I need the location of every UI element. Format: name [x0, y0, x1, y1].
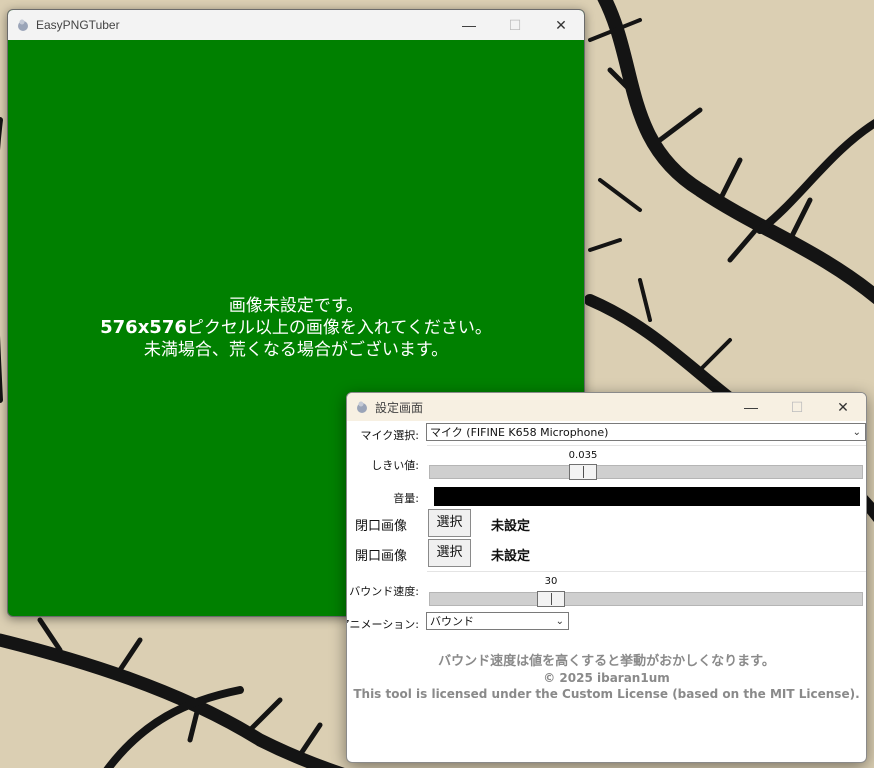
mic-select-value: マイク (FIFINE K658 Microphone)	[430, 426, 609, 439]
closed-mouth-status: 未設定	[491, 519, 531, 534]
chevron-down-icon: ⌄	[555, 616, 564, 627]
separator	[427, 571, 866, 572]
mic-select-label: マイク選択:	[360, 429, 420, 442]
bounce-speed-label: バウンド速度:	[349, 585, 419, 598]
maximize-icon[interactable]: ☐	[774, 393, 820, 421]
maximize-icon[interactable]: ☐	[492, 10, 538, 40]
no-image-message: 画像未設定です。 576x576ピクセル以上の画像を入れてください。 未満場合、…	[8, 295, 584, 361]
copyright: © 2025 ibaran1um	[543, 671, 670, 685]
settings-footer: バウンド速度は値を高くすると挙動がおかしくなります。 © 2025 ibaran…	[347, 654, 866, 702]
threshold-value: 0.035	[568, 450, 598, 461]
bounce-warning: バウンド速度は値を高くすると挙動がおかしくなります。	[438, 654, 775, 669]
message-line-3: 未満場合、荒くなる場合がございます。	[143, 340, 449, 360]
animation-label: アニメーション:	[346, 618, 419, 631]
minimize-icon[interactable]: —	[446, 10, 492, 40]
chevron-down-icon: ⌄	[852, 427, 861, 438]
app-icon	[357, 401, 367, 413]
settings-window-title: 設定画面	[375, 400, 424, 415]
bounce-speed-value: 30	[544, 576, 558, 587]
animation-select-value: バウンド	[430, 615, 474, 628]
main-window-title: EasyPNGTuber	[36, 18, 120, 32]
animation-select[interactable]: バウンド ⌄	[426, 612, 569, 630]
close-icon[interactable]: ✕	[538, 10, 584, 40]
license-text: This tool is licensed under the Custom L…	[353, 687, 860, 701]
threshold-slider-thumb[interactable]	[569, 464, 597, 480]
volume-meter	[434, 487, 860, 506]
threshold-label: しきい値:	[371, 459, 419, 472]
close-icon[interactable]: ✕	[820, 393, 866, 421]
threshold-slider[interactable]	[429, 464, 863, 480]
settings-window[interactable]: 設定画面 — ☐ ✕ マイク選択: マイク (FIFINE K658 Micro…	[346, 392, 867, 763]
bounce-speed-slider[interactable]	[429, 591, 863, 607]
main-titlebar[interactable]: EasyPNGTuber — ☐ ✕	[8, 10, 584, 40]
settings-titlebar[interactable]: 設定画面 — ☐ ✕	[347, 393, 866, 421]
message-line-2-text: ピクセル以上の画像を入れてください。	[186, 318, 492, 338]
message-line-2: 576x576ピクセル以上の画像を入れてください。	[8, 317, 584, 339]
size-requirement: 576x576	[100, 317, 187, 338]
message-line-1: 画像未設定です。	[228, 296, 364, 316]
separator	[427, 445, 866, 446]
open-mouth-select-button[interactable]: 選択	[428, 539, 471, 567]
open-mouth-status: 未設定	[491, 549, 531, 564]
bounce-speed-slider-thumb[interactable]	[537, 591, 565, 607]
closed-mouth-select-button[interactable]: 選択	[428, 509, 471, 537]
open-mouth-image-label: 開口画像	[355, 549, 408, 564]
closed-mouth-image-label: 閉口画像	[355, 519, 408, 534]
app-icon	[18, 19, 28, 31]
minimize-icon[interactable]: —	[728, 393, 774, 421]
volume-label: 音量:	[393, 492, 419, 505]
mic-select[interactable]: マイク (FIFINE K658 Microphone) ⌄	[426, 423, 866, 441]
